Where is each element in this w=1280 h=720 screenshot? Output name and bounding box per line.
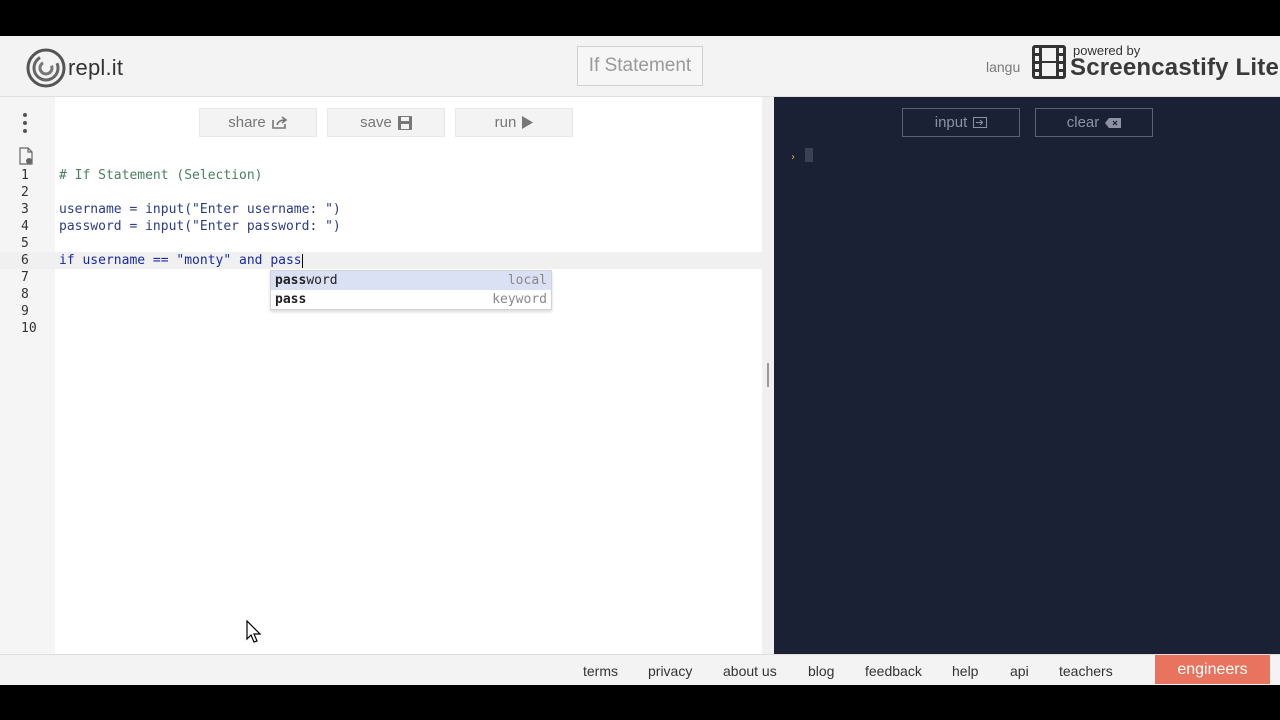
- backspace-icon: [1105, 117, 1122, 128]
- new-file-icon[interactable]: [18, 147, 34, 165]
- footer-link-about-us[interactable]: about us: [723, 663, 777, 679]
- footer-link-help[interactable]: help: [952, 663, 978, 679]
- line-number: 8: [21, 287, 29, 302]
- console-pane[interactable]: input clear ›: [774, 97, 1280, 654]
- footer-link-feedback[interactable]: feedback: [865, 663, 922, 679]
- input-button[interactable]: input: [902, 108, 1020, 137]
- share-button[interactable]: share: [199, 108, 317, 137]
- console-prompt-icon: ›: [790, 152, 797, 163]
- input-icon: [973, 117, 988, 128]
- run-label: run: [494, 114, 517, 131]
- text-cursor: [301, 253, 303, 268]
- engineers-button[interactable]: engineers: [1155, 655, 1270, 684]
- save-label: save: [360, 114, 392, 131]
- code-line[interactable]: if username == "monty" and pass: [59, 252, 341, 269]
- share-icon: [271, 116, 288, 129]
- footer: terms privacy about us blog feedback hel…: [0, 654, 1280, 685]
- replit-swirl-icon: [26, 48, 66, 88]
- more-options-icon[interactable]: [16, 111, 34, 135]
- code-area[interactable]: # If Statement (Selection) username = in…: [59, 167, 341, 337]
- watermark-brand: Screencastify Lite: [1070, 54, 1280, 81]
- save-button[interactable]: save: [327, 108, 445, 137]
- mouse-pointer-icon: [246, 620, 262, 643]
- top-bar: repl.it If Statement langu powered by Sc…: [0, 36, 1280, 97]
- share-label: share: [228, 114, 266, 131]
- language-label: langu: [986, 59, 1021, 75]
- line-number: 4: [21, 219, 29, 234]
- line-number: 9: [21, 304, 29, 319]
- line-number: 7: [21, 270, 29, 285]
- replit-logo[interactable]: repl.it: [26, 47, 123, 89]
- play-icon: [522, 116, 534, 129]
- splitter-grip[interactable]: [767, 363, 769, 387]
- line-numbers: 1 2 3 4 5 6 7 8 9 10: [0, 167, 40, 337]
- save-icon: [397, 115, 412, 130]
- footer-link-blog[interactable]: blog: [808, 663, 834, 679]
- line-number: 3: [21, 202, 29, 217]
- code-line[interactable]: [59, 235, 341, 252]
- autocomplete-item[interactable]: password local: [271, 271, 551, 290]
- clear-label: clear: [1066, 114, 1100, 131]
- code-text: if username == "monty" and pass: [59, 253, 302, 268]
- code-text: username = input("Enter username: "): [59, 202, 341, 217]
- repl-title[interactable]: If Statement: [577, 46, 703, 86]
- footer-link-api[interactable]: api: [1010, 663, 1029, 679]
- footer-link-privacy[interactable]: privacy: [648, 663, 692, 679]
- code-line[interactable]: # If Statement (Selection): [59, 167, 341, 184]
- autocomplete-item[interactable]: pass keyword: [271, 290, 551, 309]
- code-line[interactable]: [59, 184, 341, 201]
- code-line[interactable]: password = input("Enter password: "): [59, 218, 341, 235]
- code-line[interactable]: [59, 320, 341, 337]
- autocomplete-text: password: [275, 273, 338, 288]
- line-number: 5: [21, 236, 29, 251]
- autocomplete-type: local: [507, 273, 547, 288]
- autocomplete-popup: password local pass keyword: [270, 270, 552, 310]
- line-number: 10: [21, 321, 37, 336]
- autocomplete-text: pass: [275, 292, 307, 307]
- input-label: input: [934, 114, 968, 131]
- line-number: 1: [21, 168, 29, 183]
- autocomplete-type: keyword: [492, 292, 547, 307]
- editor-pane: share save run 1 2 3 4 5 6 7 8 9 10 # If…: [0, 97, 762, 654]
- line-number: 2: [21, 185, 29, 200]
- clear-button[interactable]: clear: [1035, 108, 1153, 137]
- footer-link-terms[interactable]: terms: [583, 663, 618, 679]
- footer-link-teachers[interactable]: teachers: [1059, 663, 1113, 679]
- code-text: # If Statement (Selection): [59, 168, 263, 183]
- console-cursor: [805, 148, 813, 162]
- code-line[interactable]: username = input("Enter username: "): [59, 201, 341, 218]
- code-text: password = input("Enter password: "): [59, 219, 341, 234]
- film-strip-icon: [1032, 45, 1066, 79]
- screencastify-watermark: powered by Screencastify Lite: [1025, 39, 1280, 84]
- logo-text: repl.it: [68, 55, 124, 80]
- line-number: 6: [21, 253, 29, 268]
- run-button[interactable]: run: [455, 108, 573, 137]
- pane-splitter[interactable]: [762, 97, 774, 654]
